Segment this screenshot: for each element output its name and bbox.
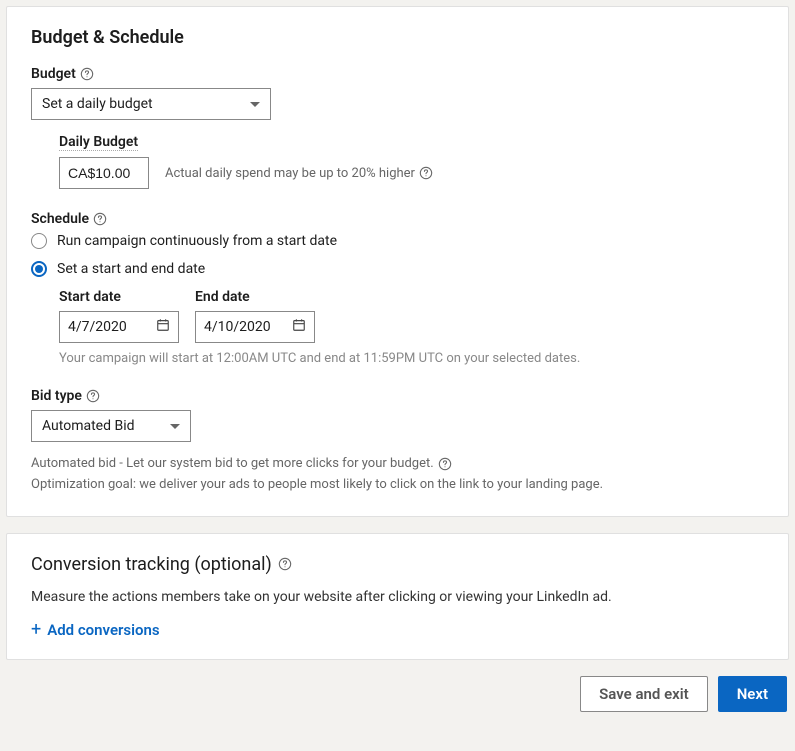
start-date-field: Start date 4/7/2020 (59, 289, 179, 343)
radio-icon (31, 233, 47, 249)
end-date-field: End date 4/10/2020 (195, 289, 315, 343)
start-date-input[interactable]: 4/7/2020 (59, 311, 179, 343)
budget-select-value: Set a daily budget (42, 96, 153, 112)
calendar-icon (292, 318, 306, 336)
start-date-label: Start date (59, 289, 179, 305)
footer-actions: Save and exit Next (6, 676, 789, 712)
plus-icon: + (31, 621, 41, 639)
budget-label-row: Budget (31, 66, 764, 82)
schedule-radio-continuous[interactable]: Run campaign continuously from a start d… (31, 233, 764, 249)
daily-budget-block: Daily Budget Actual daily spend may be u… (59, 134, 764, 189)
schedule-note: Your campaign will start at 12:00AM UTC … (59, 351, 764, 366)
conversion-title-row: Conversion tracking (optional) (31, 554, 764, 575)
budget-label: Budget (31, 66, 76, 82)
calendar-icon (156, 318, 170, 336)
daily-budget-note: Actual daily spend may be up to 20% high… (165, 166, 415, 181)
budget-schedule-panel: Budget & Schedule Budget Set a daily bud… (6, 6, 789, 517)
schedule-label-row: Schedule (31, 211, 764, 227)
budget-select[interactable]: Set a daily budget (31, 88, 271, 120)
help-icon[interactable] (80, 67, 94, 81)
date-row: Start date 4/7/2020 End date 4/10/2020 (59, 289, 764, 343)
help-icon[interactable] (419, 166, 433, 180)
start-date-value: 4/7/2020 (68, 319, 127, 335)
daily-budget-input[interactable] (59, 157, 149, 189)
budget-schedule-title: Budget & Schedule (31, 27, 764, 48)
conversion-desc: Measure the actions members take on your… (31, 589, 764, 605)
end-date-input[interactable]: 4/10/2020 (195, 311, 315, 343)
daily-budget-note-row: Actual daily spend may be up to 20% high… (165, 166, 433, 181)
help-icon[interactable] (86, 389, 100, 403)
save-exit-label: Save and exit (599, 685, 689, 703)
next-button[interactable]: Next (718, 676, 787, 712)
chevron-down-icon (170, 424, 180, 429)
schedule-option-continuous-label: Run campaign continuously from a start d… (57, 233, 337, 249)
bid-desc2: Optimization goal: we deliver your ads t… (31, 475, 764, 496)
schedule-option-startend-label: Set a start and end date (57, 261, 205, 277)
end-date-label: End date (195, 289, 315, 305)
bid-descriptions: Automated bid - Let our system bid to ge… (31, 454, 764, 496)
end-date-value: 4/10/2020 (204, 319, 271, 335)
help-icon[interactable] (278, 557, 292, 571)
schedule-radio-startend[interactable]: Set a start and end date (31, 261, 764, 277)
daily-budget-label: Daily Budget (59, 134, 138, 151)
conversion-tracking-panel: Conversion tracking (optional) Measure t… (6, 533, 789, 660)
schedule-label: Schedule (31, 211, 89, 227)
help-icon[interactable] (93, 212, 107, 226)
help-icon[interactable] (438, 457, 452, 471)
chevron-down-icon (250, 102, 260, 107)
conversion-title: Conversion tracking (optional) (31, 554, 272, 575)
bid-type-select[interactable]: Automated Bid (31, 410, 191, 442)
daily-budget-row: Actual daily spend may be up to 20% high… (59, 157, 764, 189)
bid-desc1: Automated bid - Let our system bid to ge… (31, 454, 434, 475)
add-conversions-label: Add conversions (47, 621, 159, 639)
bid-type-label-row: Bid type (31, 388, 764, 404)
radio-icon (31, 261, 47, 277)
add-conversions-button[interactable]: + Add conversions (31, 621, 764, 639)
bid-type-label: Bid type (31, 388, 82, 404)
next-label: Next (737, 685, 768, 703)
save-and-exit-button[interactable]: Save and exit (580, 676, 708, 712)
bid-type-value: Automated Bid (42, 418, 135, 434)
bid-desc1-row: Automated bid - Let our system bid to ge… (31, 454, 764, 475)
